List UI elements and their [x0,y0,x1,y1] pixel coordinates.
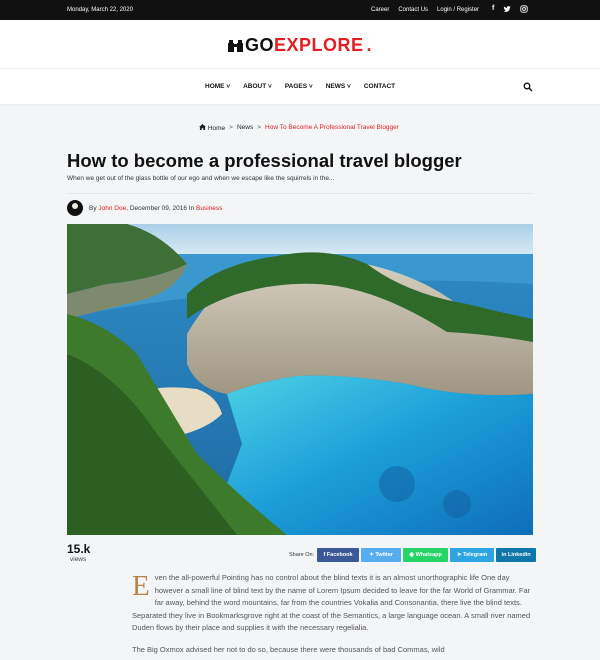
logo-dot: . [366,35,373,55]
nav-item-label: PAGES [284,83,308,90]
nav-item-label: CONTACT [363,83,396,90]
career-link[interactable]: Career [371,7,389,13]
post-meta: By John Doe, December 09, 2016 In Busine… [67,200,222,216]
instagram-icon[interactable] [520,5,528,13]
site-logo[interactable]: GO EXPLORE . [228,35,372,56]
nav-item-contact[interactable]: CONTACT [364,83,395,90]
share-whatsapp-button[interactable]: ◉ Whatsapp [403,548,449,562]
category-link[interactable]: Business [196,205,222,212]
breadcrumb-current: How To Become A Professional Travel Blog… [265,124,399,131]
breadcrumb: Home > News > How To Become A Profession… [199,124,399,132]
chevron-down-icon: ˅ [308,83,313,90]
nav-item-news[interactable]: NEWS ˅ [326,83,351,90]
breadcrumb-home[interactable]: Home [199,124,225,132]
share-facebook-button[interactable]: f Facebook [317,548,360,562]
top-date: Monday, March 22, 2020 [67,7,133,13]
post-date: December 09, 2016 [129,204,187,212]
share-bar: Share On: f Facebook ✦ Twitter ◉ Whatsap… [289,548,537,562]
chevron-down-icon: ˅ [226,83,231,90]
logo-text-explore: EXPLORE [274,35,364,55]
share-whatsapp-label: Whatsapp [415,552,442,558]
breadcrumb-home-label: Home [207,125,226,132]
nav-item-pages[interactable]: PAGES ˅ [285,83,313,90]
nav-menu: HOME ˅ ABOUT ˅ PAGES ˅ NEWS ˅ CONTACT [205,83,395,90]
paragraph-text: ven the all-powerful Pointing has no con… [132,573,531,632]
hero-image [67,224,533,535]
chevron-down-icon: ˅ [268,83,272,90]
share-telegram-label: Telegram [463,552,488,558]
share-twitter-button[interactable]: ✦ Twitter [361,548,402,562]
search-icon[interactable] [523,82,533,92]
avatar[interactable] [67,200,83,216]
nav-item-label: ABOUT [243,83,267,90]
nav-item-home[interactable]: HOME ˅ [205,83,230,90]
home-icon [199,124,206,130]
top-bar: Monday, March 22, 2020 Career Contact Us… [0,0,600,20]
article-paragraph: The Big Oxmox advised her not to do so, … [132,644,445,654]
top-links: Career Contact Us Login / Register [371,7,479,13]
views-label: views [70,556,87,563]
share-telegram-button[interactable]: ➤ Telegram [450,548,495,562]
share-label: Share On: [289,552,315,558]
login-register-link[interactable]: Login / Register [437,7,479,13]
meta-by: By [89,204,97,212]
divider [67,193,533,194]
meta-in: In [188,204,195,212]
nav-item-about[interactable]: ABOUT ˅ [243,83,272,90]
chevron-down-icon: ˅ [347,83,351,90]
article-paragraph: Even the all-powerful Pointing has no co… [132,572,534,635]
post-title: How to become a professional travel blog… [67,150,462,171]
article-body: Even the all-powerful Pointing has no co… [132,572,534,660]
author-link[interactable]: John Doe, [98,205,128,212]
views-counter: 15.k views [67,542,90,563]
beach-cove-image [67,224,533,535]
contact-us-link[interactable]: Contact Us [398,7,428,13]
binoculars-icon [228,40,243,52]
share-twitter-label: Twitter [375,552,393,558]
drop-cap: E [132,570,150,602]
share-linkedin-label: Linkedin [507,552,531,558]
breadcrumb-separator: > [257,124,262,131]
views-count: 15.k [67,542,91,556]
nav-item-label: HOME [205,83,225,90]
logo-text-go: GO [245,35,275,55]
logo-bar: GO EXPLORE . [0,20,600,68]
facebook-icon[interactable]: f [492,5,494,13]
post-subtitle: When we get out of the glass bottle of o… [67,175,335,182]
twitter-icon[interactable] [503,5,511,13]
breadcrumb-section[interactable]: News [237,124,253,132]
share-linkedin-button[interactable]: in Linkedin [496,548,537,562]
top-social: f [492,5,528,13]
main-nav: HOME ˅ ABOUT ˅ PAGES ˅ NEWS ˅ CONTACT [0,68,600,104]
nav-item-label: NEWS [325,83,346,90]
breadcrumb-separator: > [229,124,233,131]
share-facebook-label: Facebook [326,552,353,558]
